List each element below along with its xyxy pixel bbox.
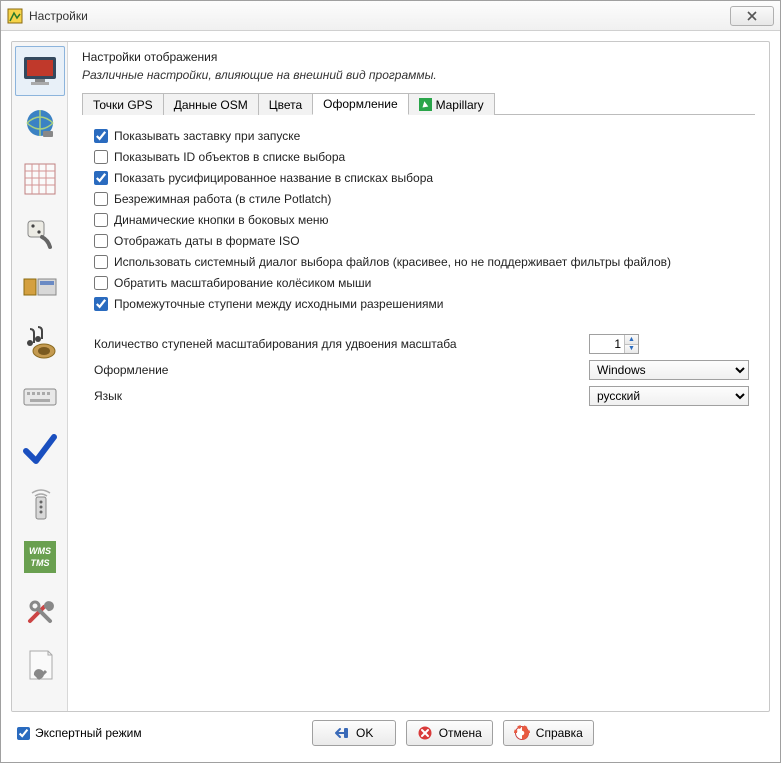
label-modeless: Безрежимная работа (в стиле Potlatch)	[114, 192, 331, 206]
expert-mode-label: Экспертный режим	[35, 726, 142, 740]
category-advanced[interactable]	[15, 640, 65, 690]
checkbox-intermediate[interactable]	[94, 297, 108, 311]
category-keyboard[interactable]	[15, 370, 65, 420]
tab-mapillary[interactable]: ▲ Mapillary	[408, 93, 495, 115]
bottom-bar: Экспертный режим OK Отмена Справка	[11, 720, 770, 752]
checkbox-modeless[interactable]	[94, 192, 108, 206]
label-localized: Показать русифицированное название в спи…	[114, 171, 433, 185]
close-icon	[747, 11, 757, 21]
tab-gps[interactable]: Точки GPS	[82, 93, 164, 115]
expert-mode-wrap[interactable]: Экспертный режим	[17, 726, 142, 740]
window-title: Настройки	[29, 9, 730, 23]
cancel-button[interactable]: Отмена	[406, 720, 493, 746]
svg-text:WMS: WMS	[29, 546, 51, 556]
help-button[interactable]: Справка	[503, 720, 594, 746]
label-showid: Показывать ID объектов в списке выбора	[114, 150, 345, 164]
tab-content: Показывать заставку при запуске Показыва…	[82, 115, 755, 412]
category-grid[interactable]	[15, 154, 65, 204]
category-display[interactable]	[15, 46, 65, 96]
settings-window: Настройки	[0, 0, 781, 763]
category-tools[interactable]	[15, 586, 65, 636]
spin-down[interactable]: ▼	[625, 345, 638, 354]
zoom-steps-label: Количество ступеней масштабирования для …	[94, 337, 524, 351]
category-audio[interactable]	[15, 316, 65, 366]
ok-icon	[334, 725, 350, 741]
lang-label: Язык	[94, 389, 524, 403]
spin-up[interactable]: ▲	[625, 335, 638, 345]
label-iso: Отображать даты в формате ISO	[114, 234, 300, 248]
category-wms-tms[interactable]: WMS TMS	[15, 532, 65, 582]
checkbox-iso[interactable]	[94, 234, 108, 248]
mapillary-icon: ▲	[419, 98, 432, 111]
checkbox-localized[interactable]	[94, 171, 108, 185]
cancel-icon	[417, 725, 433, 741]
svg-text:TMS: TMS	[30, 558, 49, 568]
tab-strip: Точки GPS Данные OSM Цвета Оформление ▲ …	[82, 92, 755, 115]
app-icon	[7, 8, 23, 24]
label-reversewheel: Обратить масштабирование колёсиком мыши	[114, 276, 371, 290]
expert-mode-checkbox[interactable]	[17, 727, 30, 740]
checkbox-reversewheel[interactable]	[94, 276, 108, 290]
window-body: WMS TMS Настройки отображения Различные н…	[1, 31, 780, 762]
tab-osm[interactable]: Данные OSM	[163, 93, 259, 115]
lang-select[interactable]: русский	[589, 386, 749, 406]
checkbox-dynbuttons[interactable]	[94, 213, 108, 227]
ok-button[interactable]: OK	[312, 720, 396, 746]
category-connection[interactable]	[15, 100, 65, 150]
theme-select[interactable]: Windows	[589, 360, 749, 380]
category-validation[interactable]	[15, 424, 65, 474]
label-sysdialog: Использовать системный диалог выбора фай…	[114, 255, 671, 269]
label-intermediate: Промежуточные ступени между исходными ра…	[114, 297, 444, 311]
tab-colors[interactable]: Цвета	[258, 93, 313, 115]
category-remote[interactable]	[15, 478, 65, 528]
page-subtitle: Различные настройки, влияющие на внешний…	[82, 68, 755, 82]
titlebar: Настройки	[1, 1, 780, 31]
checkbox-sysdialog[interactable]	[94, 255, 108, 269]
checkbox-splash[interactable]	[94, 129, 108, 143]
label-dynbuttons: Динамические кнопки в боковых меню	[114, 213, 329, 227]
theme-label: Оформление	[94, 363, 524, 377]
checkbox-showid[interactable]	[94, 150, 108, 164]
close-button[interactable]	[730, 6, 774, 26]
content-area: Настройки отображения Различные настройк…	[68, 42, 769, 711]
zoom-steps-input[interactable]	[590, 335, 624, 353]
zoom-steps-spinner[interactable]: ▲ ▼	[589, 334, 639, 354]
tab-styling[interactable]: Оформление	[312, 93, 408, 115]
main-panel: WMS TMS Настройки отображения Различные н…	[11, 41, 770, 712]
category-sidebar: WMS TMS	[12, 42, 68, 711]
button-row: OK Отмена Справка	[142, 720, 764, 746]
help-icon	[514, 725, 530, 741]
category-toolbar[interactable]	[15, 262, 65, 312]
category-plugins[interactable]	[15, 208, 65, 258]
page-heading: Настройки отображения	[82, 50, 755, 64]
label-splash: Показывать заставку при запуске	[114, 129, 300, 143]
